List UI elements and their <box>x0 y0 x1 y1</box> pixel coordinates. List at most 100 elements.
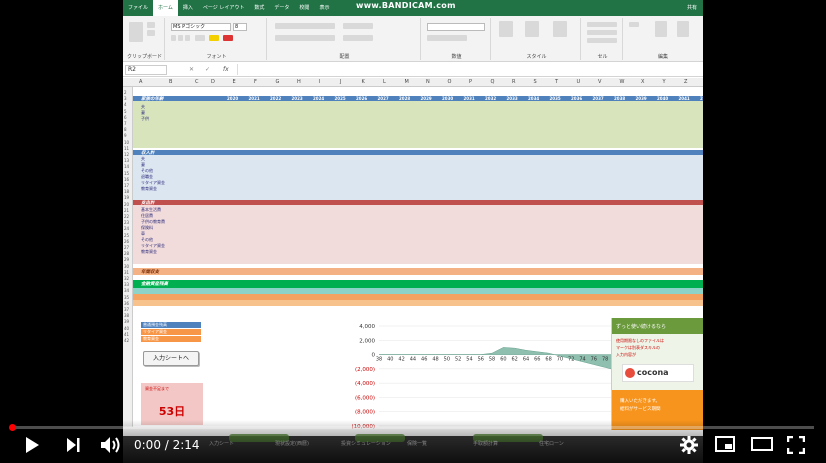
delete-cell-icon[interactable] <box>587 30 617 35</box>
ribbon-tab[interactable]: データ <box>269 0 294 16</box>
row-header[interactable]: 36 <box>124 301 129 306</box>
ribbon-tab[interactable]: ページ レイアウト <box>198 0 250 16</box>
row-header[interactable]: 21 <box>124 208 129 213</box>
column-header[interactable]: K <box>362 79 365 85</box>
ribbon-tab[interactable]: 数式 <box>249 0 269 16</box>
row-header[interactable]: 38 <box>124 313 129 318</box>
number-format-select[interactable] <box>427 23 485 31</box>
row-header[interactable]: 25 <box>124 233 129 238</box>
row-header[interactable]: 35 <box>124 295 129 300</box>
input-sheet-button[interactable]: 入力シートへ <box>143 351 199 366</box>
row-header[interactable]: 14 <box>124 164 129 169</box>
row-header[interactable]: 33 <box>124 282 129 287</box>
column-header[interactable]: R <box>512 79 515 85</box>
column-header[interactable]: A <box>139 79 142 85</box>
column-header[interactable]: H <box>297 79 301 85</box>
column-header[interactable]: V <box>598 79 601 85</box>
row-header[interactable]: 42 <box>124 338 129 343</box>
row-header[interactable]: 41 <box>124 332 129 337</box>
scrubber-handle[interactable] <box>9 424 16 431</box>
ribbon-tab[interactable]: ホーム <box>153 0 178 16</box>
find-select-icon[interactable] <box>677 21 689 37</box>
next-icon[interactable] <box>65 436 81 454</box>
sort-filter-icon[interactable] <box>655 21 667 37</box>
column-header[interactable]: X <box>641 79 644 85</box>
row-header[interactable]: 9 <box>124 133 127 138</box>
cancel-icon[interactable]: ✕ <box>189 66 194 73</box>
font-color-icon[interactable] <box>223 35 233 41</box>
row-header[interactable]: 32 <box>124 276 129 281</box>
column-header[interactable]: N <box>426 79 430 85</box>
row-header[interactable]: 6 <box>124 115 127 120</box>
column-header[interactable]: L <box>383 79 386 85</box>
wrap-text-button[interactable] <box>275 23 335 29</box>
row-header[interactable]: 20 <box>124 202 129 207</box>
column-header[interactable]: Z <box>684 79 687 85</box>
format-table-icon[interactable] <box>525 21 539 37</box>
row-header[interactable]: 5 <box>124 109 127 114</box>
row-header[interactable]: 24 <box>124 226 129 231</box>
row-header[interactable]: 11 <box>124 146 129 151</box>
format-cell-icon[interactable] <box>587 38 617 43</box>
paste-icon[interactable] <box>129 22 143 42</box>
ribbon-tab[interactable]: 校閲 <box>294 0 314 16</box>
row-header[interactable]: 15 <box>124 171 129 176</box>
row-header[interactable]: 29 <box>124 257 129 262</box>
column-header[interactable]: P <box>469 79 472 85</box>
row-header[interactable]: 7 <box>124 121 127 126</box>
column-header[interactable]: E <box>233 79 236 85</box>
share-button[interactable]: 共有 <box>687 4 697 11</box>
column-header[interactable]: B <box>169 79 172 85</box>
row-header[interactable]: 18 <box>124 189 129 194</box>
row-header[interactable]: 12 <box>124 152 129 157</box>
row-header[interactable]: 26 <box>124 239 129 244</box>
row-header[interactable]: 22 <box>124 214 129 219</box>
percent-icon[interactable] <box>427 35 467 41</box>
row-header[interactable]: 10 <box>124 140 129 145</box>
column-header[interactable]: C <box>195 79 199 85</box>
name-box[interactable]: R2 <box>125 65 167 75</box>
row-header[interactable]: 2 <box>124 90 127 95</box>
progress-bar[interactable] <box>9 424 814 431</box>
column-header[interactable]: U <box>577 79 581 85</box>
merge-center-button[interactable] <box>275 35 335 41</box>
cocona-logo[interactable]: cocona <box>622 364 694 382</box>
row-header[interactable]: 28 <box>124 251 129 256</box>
column-header[interactable]: G <box>276 79 280 85</box>
font-size-select[interactable]: 8 <box>233 23 247 31</box>
column-header[interactable]: J <box>340 79 341 85</box>
fx-icon[interactable]: fx <box>223 66 229 73</box>
border-icon[interactable] <box>195 35 205 41</box>
fullscreen-icon[interactable] <box>787 436 805 454</box>
column-header[interactable]: T <box>555 79 558 85</box>
miniplayer-icon[interactable] <box>715 436 735 452</box>
row-header[interactable]: 34 <box>124 288 129 293</box>
column-header[interactable]: W <box>620 79 625 85</box>
settings-icon[interactable] <box>680 436 698 454</box>
conditional-format-icon[interactable] <box>499 21 513 37</box>
cell-styles-icon[interactable] <box>553 21 567 37</box>
formula-input[interactable] <box>237 64 697 75</box>
row-header[interactable]: 16 <box>124 177 129 182</box>
ribbon-tab[interactable]: 表示 <box>314 0 334 16</box>
row-header[interactable]: 30 <box>124 264 129 269</box>
insert-cell-icon[interactable] <box>587 22 617 27</box>
row-header[interactable]: 8 <box>124 127 127 132</box>
column-header[interactable]: S <box>534 79 537 85</box>
column-header[interactable]: Q <box>491 79 495 85</box>
ribbon-tab[interactable]: 挿入 <box>178 0 198 16</box>
row-header[interactable]: 13 <box>124 158 129 163</box>
row-header[interactable]: 3 <box>124 96 127 101</box>
autosum-icon[interactable] <box>629 22 639 27</box>
column-header[interactable]: I <box>319 79 320 85</box>
cut-icon[interactable] <box>147 22 155 28</box>
italic-icon[interactable] <box>178 35 183 41</box>
row-header[interactable]: 23 <box>124 220 129 225</box>
copy-icon[interactable] <box>147 30 155 36</box>
row-header[interactable]: 19 <box>124 195 129 200</box>
bold-icon[interactable] <box>171 35 176 41</box>
row-header[interactable]: 17 <box>124 183 129 188</box>
volume-icon[interactable] <box>100 436 122 454</box>
align-top-icon[interactable] <box>343 23 373 29</box>
column-header[interactable]: F <box>254 79 257 85</box>
